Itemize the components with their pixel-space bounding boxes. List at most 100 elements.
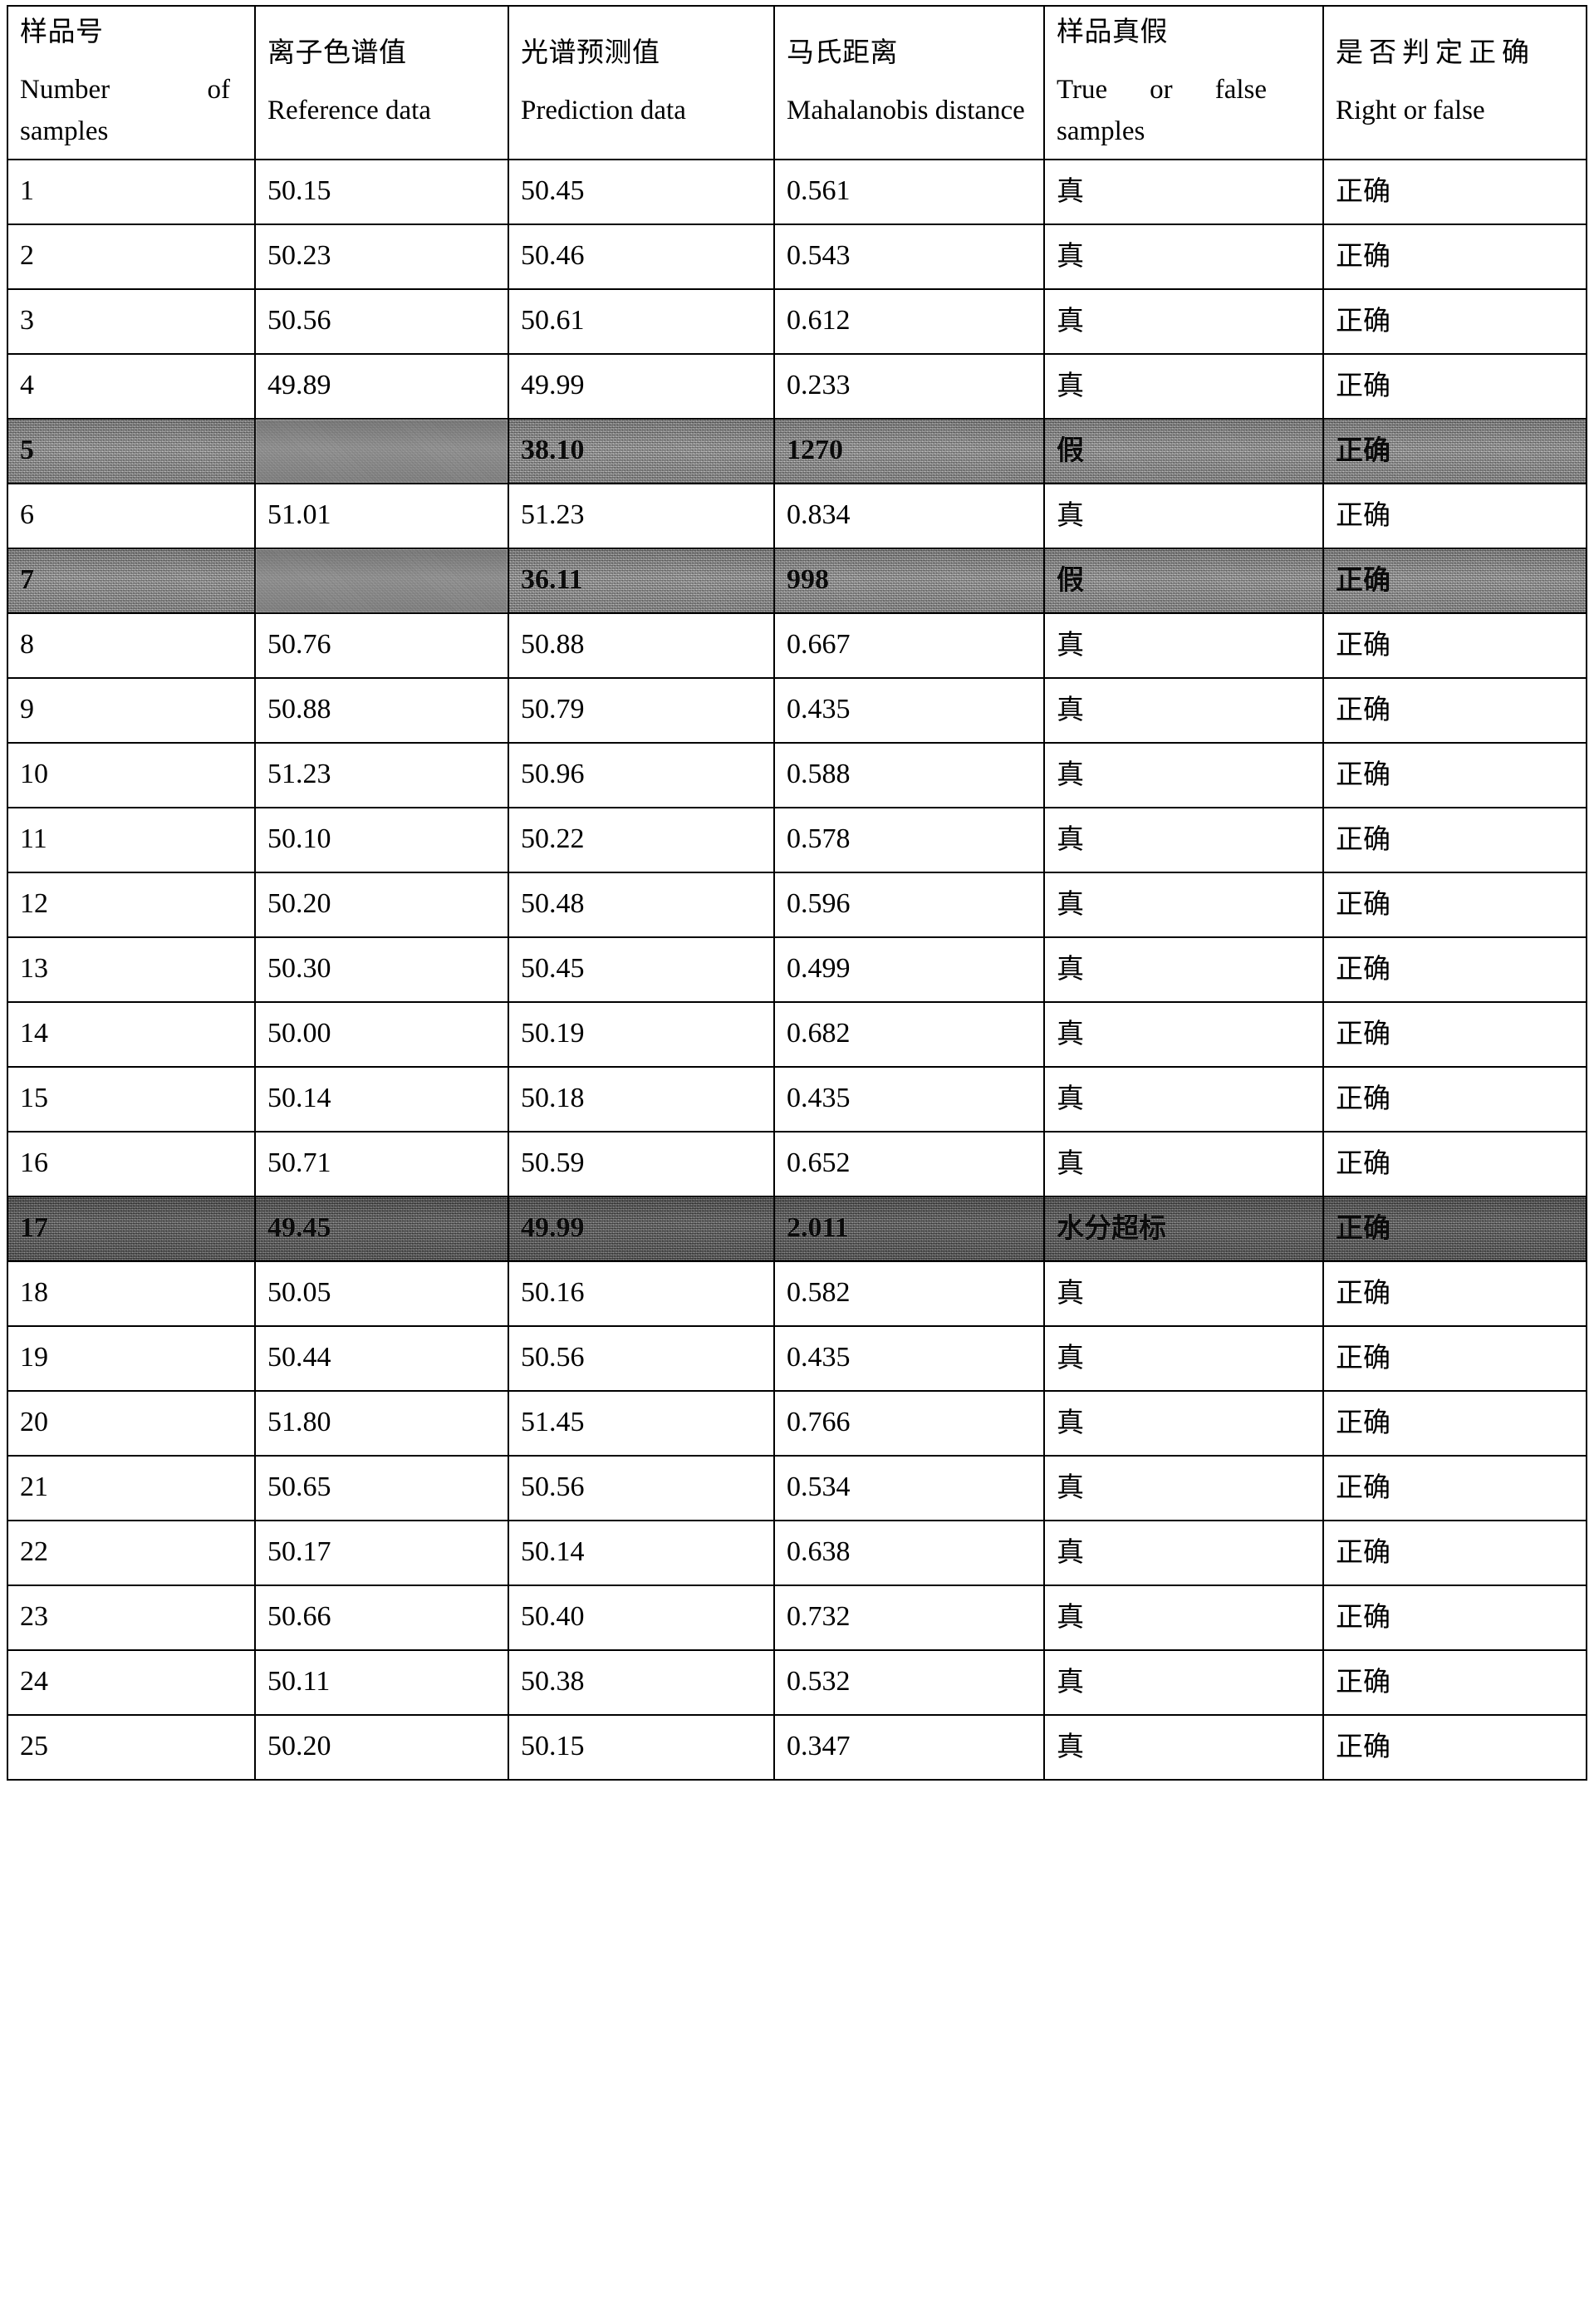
cell-reference-data: 50.20 bbox=[254, 872, 509, 939]
cell-value: 50.15 bbox=[521, 1731, 585, 1762]
cell-value: 0.534 bbox=[787, 1472, 851, 1503]
document-page: 样品号 Number of samples 离子色谱值 Reference data 光… bbox=[0, 4, 1594, 2324]
cell-value: 51.01 bbox=[267, 499, 331, 531]
cell-value: 真 bbox=[1057, 1082, 1084, 1115]
cell-right-or-false: 正确 bbox=[1322, 353, 1587, 420]
cell-reference-data: 50.71 bbox=[254, 1131, 509, 1198]
table-row: 16 50.71 50.59 0.652 真 正确 bbox=[7, 1131, 1587, 1198]
column-header-en: Number of samples bbox=[20, 75, 230, 146]
cell-value: 正确 bbox=[1336, 369, 1390, 402]
cell-value: 15 bbox=[20, 1083, 48, 1114]
cell-value: 50.40 bbox=[521, 1601, 585, 1633]
cell-mahalanobis-distance: 0.578 bbox=[773, 807, 1045, 874]
cell-prediction-data: 36.11 bbox=[508, 548, 775, 615]
cell-value: 0.588 bbox=[787, 759, 851, 790]
cell-value: 0.612 bbox=[787, 305, 851, 337]
cell-value: 0.732 bbox=[787, 1601, 851, 1633]
cell-value: 0.532 bbox=[787, 1666, 851, 1698]
cell-reference-data: 51.80 bbox=[254, 1390, 509, 1457]
cell-sample-number: 2 bbox=[7, 224, 256, 291]
column-header-cn: 是否判定正确 bbox=[1336, 35, 1535, 68]
cell-value: 50.00 bbox=[267, 1018, 331, 1049]
cell-value: 0.499 bbox=[787, 953, 851, 985]
cell-true-or-false: 假 bbox=[1043, 548, 1324, 615]
cell-right-or-false: 正确 bbox=[1322, 1260, 1587, 1328]
cell-value: 50.76 bbox=[267, 629, 331, 661]
cell-reference-data: 50.14 bbox=[254, 1066, 509, 1133]
cell-value: 17 bbox=[20, 1212, 48, 1244]
cell-value: 50.11 bbox=[267, 1666, 331, 1698]
column-header-en: True or false samples bbox=[1057, 75, 1267, 146]
cell-prediction-data: 50.16 bbox=[508, 1260, 775, 1328]
cell-value: 50.20 bbox=[267, 888, 331, 920]
cell-reference-data: 50.10 bbox=[254, 807, 509, 874]
cell-sample-number: 15 bbox=[7, 1066, 256, 1133]
cell-sample-number: 6 bbox=[7, 483, 256, 550]
cell-mahalanobis-distance: 0.596 bbox=[773, 872, 1045, 939]
table-row: 12 50.20 50.48 0.596 真 正确 bbox=[7, 872, 1587, 939]
cell-value: 18 bbox=[20, 1277, 48, 1309]
cell-value: 0.543 bbox=[787, 240, 851, 272]
cell-sample-number: 13 bbox=[7, 936, 256, 1004]
cell-value: 0.638 bbox=[787, 1536, 851, 1568]
cell-sample-number: 18 bbox=[7, 1260, 256, 1328]
cell-value: 50.45 bbox=[521, 175, 585, 207]
table-row: 18 50.05 50.16 0.582 真 正确 bbox=[7, 1260, 1587, 1328]
cell-right-or-false: 正确 bbox=[1322, 548, 1587, 615]
cell-value: 正确 bbox=[1336, 174, 1390, 208]
cell-mahalanobis-distance: 0.834 bbox=[773, 483, 1045, 550]
cell-prediction-data: 49.99 bbox=[508, 353, 775, 420]
cell-value: 50.48 bbox=[521, 888, 585, 920]
cell-value: 0.652 bbox=[787, 1147, 851, 1179]
cell-reference-data: 50.17 bbox=[254, 1520, 509, 1587]
cell-value: 23 bbox=[20, 1601, 48, 1633]
cell-true-or-false: 真 bbox=[1043, 1131, 1324, 1198]
column-header-cn: 样品号 bbox=[20, 15, 104, 47]
cell-value: 16 bbox=[20, 1147, 48, 1179]
table-row: 9 50.88 50.79 0.435 真 正确 bbox=[7, 677, 1587, 744]
cell-mahalanobis-distance: 0.638 bbox=[773, 1520, 1045, 1587]
cell-reference-data: 49.45 bbox=[254, 1196, 509, 1263]
cell-right-or-false: 正确 bbox=[1322, 872, 1587, 939]
table-header: 样品号 Number of samples 离子色谱值 Reference data 光… bbox=[7, 4, 1587, 161]
cell-value: 正确 bbox=[1336, 499, 1390, 532]
cell-value: 正确 bbox=[1336, 1017, 1390, 1050]
cell-value: 3 bbox=[20, 305, 34, 337]
cell-value: 50.30 bbox=[267, 953, 331, 985]
cell-right-or-false: 正确 bbox=[1322, 288, 1587, 356]
cell-value: 50.44 bbox=[267, 1342, 331, 1373]
cell-true-or-false: 真 bbox=[1043, 1260, 1324, 1328]
cell-value: 50.71 bbox=[267, 1147, 331, 1179]
cell-value: 0.578 bbox=[787, 823, 851, 855]
cell-right-or-false: 正确 bbox=[1322, 1001, 1587, 1069]
cell-value: 0.582 bbox=[787, 1277, 851, 1309]
cell-right-or-false: 正确 bbox=[1322, 1325, 1587, 1393]
cell-mahalanobis-distance: 0.347 bbox=[773, 1714, 1045, 1781]
column-header-right-or-false: 是否判定正确 Right or false bbox=[1322, 4, 1587, 161]
cell-reference-data: 50.20 bbox=[254, 1714, 509, 1781]
cell-value: 49.45 bbox=[267, 1212, 331, 1244]
cell-value: 50.18 bbox=[521, 1083, 585, 1114]
cell-right-or-false: 正确 bbox=[1322, 1585, 1587, 1652]
cell-reference-data: 50.44 bbox=[254, 1325, 509, 1393]
cell-value: 51.45 bbox=[521, 1407, 585, 1438]
cell-sample-number: 9 bbox=[7, 677, 256, 744]
cell-mahalanobis-distance: 0.499 bbox=[773, 936, 1045, 1004]
cell-mahalanobis-distance: 0.543 bbox=[773, 224, 1045, 291]
cell-right-or-false: 正确 bbox=[1322, 1520, 1587, 1587]
cell-value: 50.38 bbox=[521, 1666, 585, 1698]
cell-value: 51.23 bbox=[267, 759, 331, 790]
cell-value: 50.20 bbox=[267, 1731, 331, 1762]
cell-prediction-data: 50.22 bbox=[508, 807, 775, 874]
column-header-reference-data: 离子色谱值 Reference data bbox=[254, 4, 509, 161]
cell-right-or-false: 正确 bbox=[1322, 612, 1587, 680]
cell-value: 50.65 bbox=[267, 1472, 331, 1503]
cell-value: 50.96 bbox=[521, 759, 585, 790]
cell-true-or-false: 真 bbox=[1043, 1390, 1324, 1457]
cell-value: 0.347 bbox=[787, 1731, 851, 1762]
table-row: 17 49.45 49.99 2.011 水分超标 正确 bbox=[7, 1196, 1587, 1263]
cell-value: 正确 bbox=[1336, 887, 1390, 921]
cell-reference-data: 50.65 bbox=[254, 1455, 509, 1522]
cell-value: 19 bbox=[20, 1342, 48, 1373]
cell-sample-number: 16 bbox=[7, 1131, 256, 1198]
